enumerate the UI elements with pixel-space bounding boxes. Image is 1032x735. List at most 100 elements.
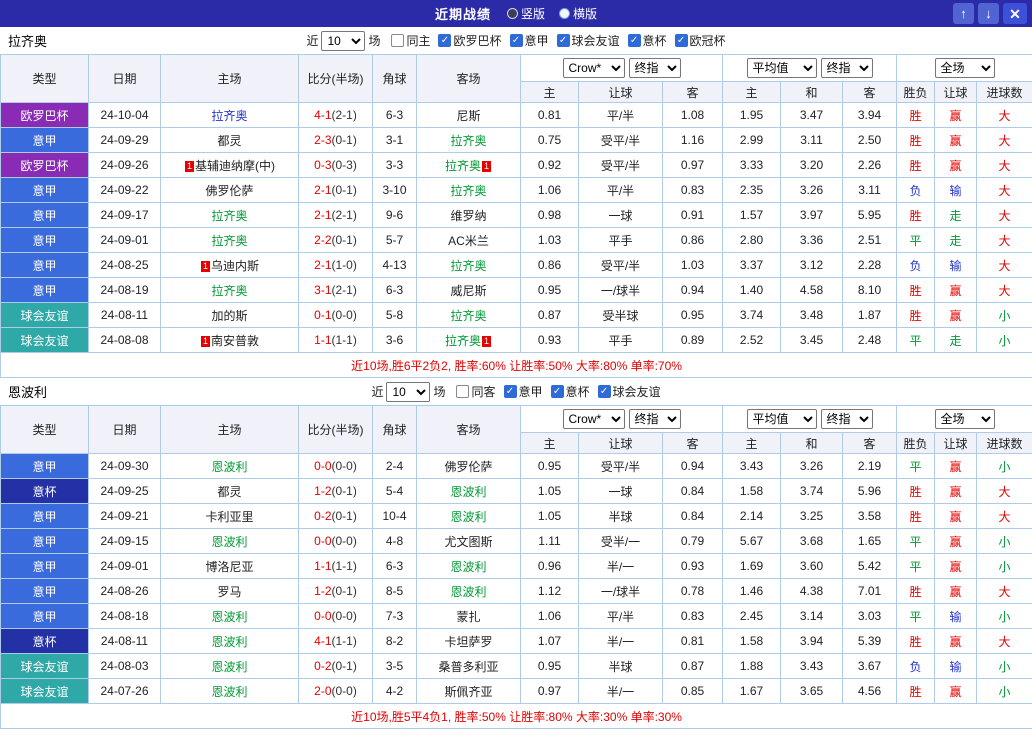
- odds-value: 0.96: [521, 554, 579, 579]
- home-team[interactable]: 恩波利: [161, 529, 299, 554]
- away-team[interactable]: 佛罗伦萨: [417, 454, 521, 479]
- checkbox-icon[interactable]: ✓: [504, 385, 517, 398]
- league-filter-checkbox[interactable]: ✓欧罗巴杯: [438, 32, 501, 49]
- away-team[interactable]: 尼斯: [417, 103, 521, 128]
- handicap-value: 一球: [579, 479, 663, 504]
- odds-value: 3.97: [781, 203, 843, 228]
- away-team[interactable]: 恩波利: [417, 504, 521, 529]
- checkbox-icon[interactable]: ✓: [598, 385, 611, 398]
- league-filter-checkbox[interactable]: ✓球会友谊: [557, 32, 620, 49]
- checkbox-icon[interactable]: ✓: [675, 34, 688, 47]
- league-filter-checkbox[interactable]: ✓意杯: [551, 383, 590, 400]
- away-team[interactable]: 恩波利: [417, 579, 521, 604]
- home-team[interactable]: 博洛尼亚: [161, 554, 299, 579]
- away-team[interactable]: AC米兰: [417, 228, 521, 253]
- home-team[interactable]: 都灵: [161, 479, 299, 504]
- odds-value: 3.74: [781, 479, 843, 504]
- bookmaker-select[interactable]: Crow*: [563, 58, 625, 78]
- league-filter-checkbox[interactable]: ✓意杯: [628, 32, 667, 49]
- home-team[interactable]: 恩波利: [161, 604, 299, 629]
- layout-radio-horizontal[interactable]: 横版: [559, 5, 597, 22]
- same-venue-checkbox[interactable]: 同客: [456, 383, 495, 400]
- away-team[interactable]: 维罗纳: [417, 203, 521, 228]
- away-team[interactable]: 拉齐奥: [417, 253, 521, 278]
- corner-score: 8-2: [373, 629, 417, 654]
- corner-score: 3-6: [373, 328, 417, 353]
- away-team[interactable]: 斯佩齐亚: [417, 679, 521, 704]
- final-odds-select[interactable]: 终指: [629, 58, 681, 78]
- checkbox-icon[interactable]: ✓: [438, 34, 451, 47]
- home-team-name: 拉齐奥: [211, 109, 247, 123]
- away-team[interactable]: 蒙扎: [417, 604, 521, 629]
- average-odds-select[interactable]: 平均值: [747, 58, 817, 78]
- checkbox-icon[interactable]: ✓: [628, 34, 641, 47]
- final-odds-select[interactable]: 终指: [821, 409, 873, 429]
- checkbox-icon[interactable]: [391, 34, 404, 47]
- league-badge: 意甲: [1, 554, 89, 579]
- average-odds-select[interactable]: 平均值: [747, 409, 817, 429]
- home-team[interactable]: 恩波利: [161, 679, 299, 704]
- result-goals: 小: [977, 529, 1032, 554]
- final-odds-select[interactable]: 终指: [629, 409, 681, 429]
- home-team[interactable]: 恩波利: [161, 629, 299, 654]
- home-team[interactable]: 罗马: [161, 579, 299, 604]
- away-team[interactable]: 尤文图斯: [417, 529, 521, 554]
- league-filter-checkbox[interactable]: ✓球会友谊: [598, 383, 661, 400]
- home-team-name: 恩波利: [211, 635, 247, 649]
- away-team[interactable]: 拉齐奥: [417, 178, 521, 203]
- home-team[interactable]: 卡利亚里: [161, 504, 299, 529]
- scope-select[interactable]: 全场: [935, 58, 995, 78]
- home-team[interactable]: 加的斯: [161, 303, 299, 328]
- home-team[interactable]: 拉齐奥: [161, 278, 299, 303]
- league-filter-checkbox[interactable]: ✓意甲: [504, 383, 543, 400]
- league-filter-checkbox[interactable]: ✓欧冠杯: [675, 32, 726, 49]
- match-date: 24-09-25: [89, 479, 161, 504]
- odds-value: 3.68: [781, 529, 843, 554]
- home-team[interactable]: 拉齐奥: [161, 228, 299, 253]
- home-team[interactable]: 1南安普敦: [161, 328, 299, 353]
- odds-value: 4.56: [843, 679, 897, 704]
- scope-select[interactable]: 全场: [935, 409, 995, 429]
- bookmaker-select[interactable]: Crow*: [563, 409, 625, 429]
- same-venue-checkbox[interactable]: 同主: [391, 32, 430, 49]
- home-team[interactable]: 拉齐奥: [161, 203, 299, 228]
- home-team[interactable]: 拉齐奥: [161, 103, 299, 128]
- away-team[interactable]: 恩波利: [417, 554, 521, 579]
- league-filter-checkbox[interactable]: ✓意甲: [510, 32, 549, 49]
- score: 4-1(2-1): [299, 103, 373, 128]
- odds-value: 0.81: [521, 103, 579, 128]
- match-count-select[interactable]: 10: [321, 31, 365, 51]
- odds-value: 1.03: [521, 228, 579, 253]
- home-team[interactable]: 1乌迪内斯: [161, 253, 299, 278]
- scroll-down-button[interactable]: ↓: [978, 3, 999, 24]
- home-team[interactable]: 都灵: [161, 128, 299, 153]
- scroll-up-button[interactable]: ↑: [953, 3, 974, 24]
- checkbox-icon[interactable]: ✓: [510, 34, 523, 47]
- checkbox-icon[interactable]: [456, 385, 469, 398]
- home-team[interactable]: 恩波利: [161, 654, 299, 679]
- home-team[interactable]: 佛罗伦萨: [161, 178, 299, 203]
- checkbox-icon[interactable]: ✓: [551, 385, 564, 398]
- away-team[interactable]: 拉齐奥: [417, 303, 521, 328]
- title-bar: 近期战绩 竖版 横版 ↑ ↓ ✕: [0, 0, 1032, 27]
- away-team[interactable]: 桑普多利亚: [417, 654, 521, 679]
- checkbox-icon[interactable]: ✓: [557, 34, 570, 47]
- home-team[interactable]: 1基辅迪纳摩(中): [161, 153, 299, 178]
- away-team[interactable]: 卡坦萨罗: [417, 629, 521, 654]
- away-team[interactable]: 拉齐奥: [417, 128, 521, 153]
- away-team[interactable]: 威尼斯: [417, 278, 521, 303]
- home-team-name: 拉齐奥: [211, 209, 247, 223]
- home-team[interactable]: 恩波利: [161, 454, 299, 479]
- away-team-name: 恩波利: [450, 585, 486, 599]
- home-team-name: 恩波利: [211, 535, 247, 549]
- away-team-name: AC米兰: [448, 234, 489, 248]
- away-team[interactable]: 拉齐奥1: [417, 153, 521, 178]
- close-icon[interactable]: ✕: [1003, 3, 1027, 24]
- away-team-name: 威尼斯: [450, 284, 486, 298]
- match-count-select[interactable]: 10: [386, 382, 430, 402]
- odds-value: 0.91: [663, 203, 723, 228]
- layout-radio-vertical[interactable]: 竖版: [507, 5, 545, 22]
- final-odds-select[interactable]: 终指: [821, 58, 873, 78]
- away-team[interactable]: 拉齐奥1: [417, 328, 521, 353]
- away-team[interactable]: 恩波利: [417, 479, 521, 504]
